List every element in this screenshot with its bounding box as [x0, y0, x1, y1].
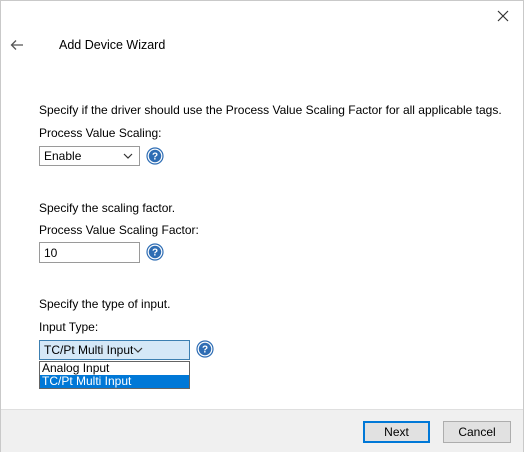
svg-text:?: ? [152, 152, 158, 163]
svg-text:?: ? [202, 345, 208, 356]
input-type-label: Input Type: [39, 320, 99, 334]
dropdown-option-tc-pt-multi-input[interactable]: TC/Pt Multi Input [40, 375, 189, 388]
chevron-down-icon [123, 153, 133, 159]
back-arrow-icon [10, 40, 23, 50]
cancel-button[interactable]: Cancel [443, 421, 511, 443]
input-type-select[interactable]: TC/Pt Multi Input [39, 340, 190, 360]
scaling-select-value: Enable [44, 149, 82, 163]
close-icon [497, 10, 509, 22]
input-type-description: Specify the type of input. [39, 297, 171, 311]
svg-text:?: ? [152, 248, 158, 259]
back-button[interactable] [7, 36, 27, 54]
close-button[interactable] [491, 6, 515, 26]
input-type-select-value: TC/Pt Multi Input [44, 343, 134, 357]
factor-label: Process Value Scaling Factor: [39, 223, 199, 237]
next-button[interactable]: Next [363, 421, 430, 443]
scaling-factor-value: 10 [44, 245, 58, 260]
help-icon[interactable]: ? [146, 243, 164, 261]
help-icon[interactable]: ? [196, 340, 214, 358]
scaling-factor-input[interactable]: 10 [39, 242, 140, 263]
help-icon[interactable]: ? [146, 147, 164, 165]
scaling-label: Process Value Scaling: [39, 126, 162, 140]
scaling-select[interactable]: Enable [39, 146, 140, 166]
chevron-down-icon [133, 347, 143, 353]
scaling-description: Specify if the driver should use the Pro… [39, 103, 502, 117]
wizard-title: Add Device Wizard [59, 38, 166, 52]
factor-description: Specify the scaling factor. [39, 201, 176, 215]
input-type-dropdown-list: Analog Input TC/Pt Multi Input [39, 361, 190, 389]
